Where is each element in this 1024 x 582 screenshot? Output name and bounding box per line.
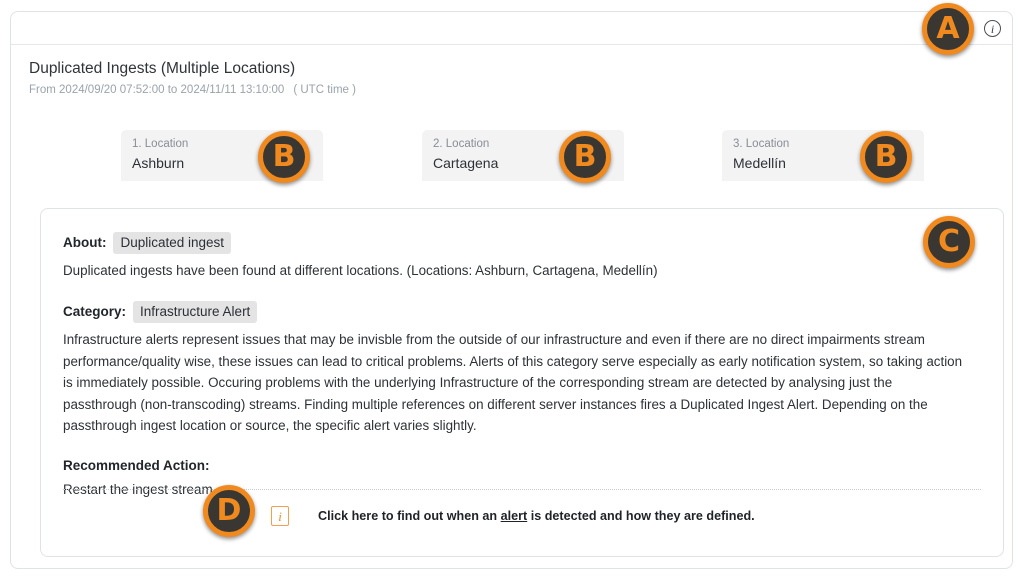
footer-hint-text[interactable]: Click here to find out when an alert is … — [318, 507, 755, 525]
about-tag: Duplicated ingest — [113, 232, 232, 254]
annotation-badge-b2: B — [559, 131, 611, 183]
alert-link[interactable]: alert — [501, 509, 528, 523]
annotation-badge-a: A — [922, 3, 974, 55]
alert-info-content: About: Duplicated ingest Duplicated inge… — [63, 232, 981, 500]
locations-row: 1. Location Ashburn 2. Location Cartagen… — [111, 130, 931, 182]
annotation-badge-b3: B — [860, 131, 912, 183]
time-range-text: From 2024/09/20 07:52:00 to 2024/11/11 1… — [29, 84, 285, 96]
info-circle-icon[interactable]: i — [984, 20, 1001, 37]
recommended-action-label: Recommended Action: — [63, 458, 210, 474]
card-header-bar: i — [11, 12, 1012, 45]
category-description: Infrastructure alerts represent issues t… — [63, 332, 963, 434]
timezone-label: ( UTC time ) — [293, 84, 356, 96]
panel-footer: i Click here to find out when an alert i… — [63, 489, 981, 526]
alert-title-block: Duplicated Ingests (Multiple Locations) … — [29, 59, 356, 98]
footer-hint-row[interactable]: i Click here to find out when an alert i… — [63, 506, 981, 526]
annotation-badge-b1: B — [258, 131, 310, 183]
category-line: Category: Infrastructure Alert — [63, 301, 981, 324]
footer-text-before: Click here to find out when an — [318, 509, 501, 523]
alert-detail-card: i Duplicated Ingests (Multiple Locations… — [10, 11, 1013, 569]
category-tag: Infrastructure Alert — [133, 301, 258, 324]
annotation-badge-d: D — [203, 485, 255, 537]
about-label: About: — [63, 235, 107, 250]
alert-info-panel: About: Duplicated ingest Duplicated inge… — [40, 208, 1004, 557]
info-square-icon[interactable]: i — [271, 506, 289, 526]
category-label: Category: — [63, 304, 127, 320]
about-description: Duplicated ingests have been found at di… — [63, 263, 658, 278]
alert-time-range: From 2024/09/20 07:52:00 to 2024/11/11 1… — [29, 83, 356, 98]
footer-text-after: is detected and how they are defined. — [527, 509, 755, 523]
annotation-badge-c: C — [923, 216, 975, 268]
page-title: Duplicated Ingests (Multiple Locations) — [29, 60, 296, 77]
footer-divider — [63, 489, 981, 490]
about-line: About: Duplicated ingest — [63, 232, 981, 254]
